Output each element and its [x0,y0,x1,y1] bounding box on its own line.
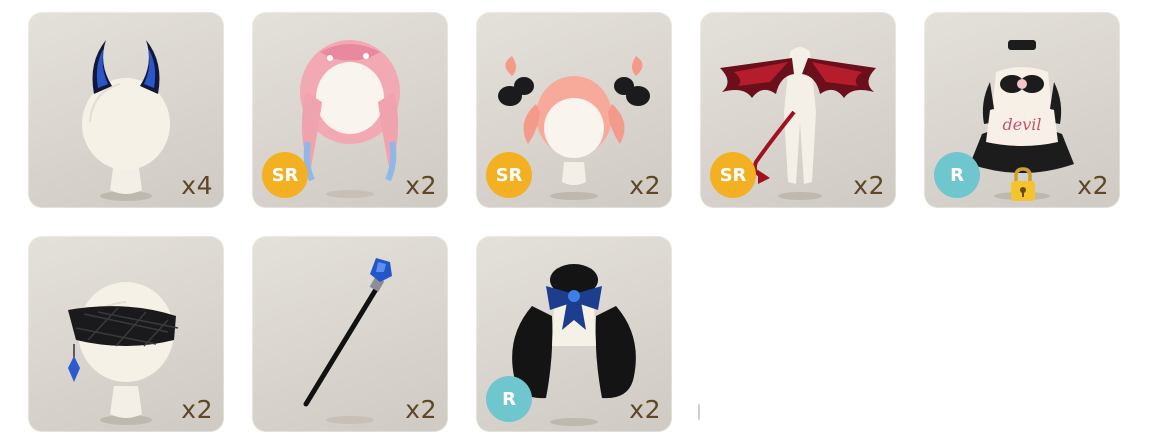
item-count: x2 [853,171,885,200]
dress-label: devil [1003,115,1042,134]
divider-mark [698,404,700,420]
item-card-lace-blindfold[interactable]: x2 [28,236,224,432]
lock-icon [1011,167,1035,201]
rarity-badge-sr: SR [486,152,532,198]
item-card-devil-wings-tail[interactable]: SR x2 [700,12,896,208]
rarity-badge-r: R [486,376,532,422]
item-count: x2 [405,171,437,200]
item-count: x2 [629,395,661,424]
item-count: x2 [1077,171,1109,200]
rarity-badge-r: R [934,152,980,198]
item-count: x2 [181,395,213,424]
item-card-crystal-staff[interactable]: x2 [252,236,448,432]
item-card-pink-twintail-hair[interactable]: SR x2 [476,12,672,208]
item-card-pink-braids-hair[interactable]: SR x2 [252,12,448,208]
item-card-devil-dress[interactable]: devil R x2 [924,12,1120,208]
item-count: x2 [629,171,661,200]
rarity-badge-sr: SR [262,152,308,198]
item-count: x4 [181,171,213,200]
rarity-badge-sr: SR [710,152,756,198]
item-card-black-ribbon-hair[interactable]: R x2 [476,236,672,432]
item-count: x2 [405,395,437,424]
item-card-horns[interactable]: x4 [28,12,224,208]
